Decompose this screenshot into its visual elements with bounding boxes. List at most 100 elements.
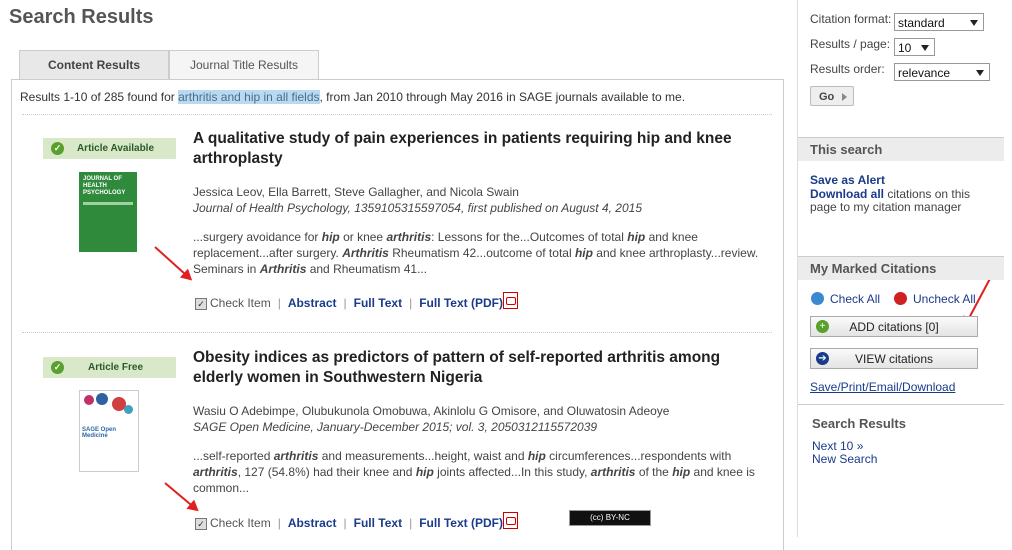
- tab-journal-title-results[interactable]: Journal Title Results: [169, 50, 319, 80]
- page-title: Search Results: [9, 6, 154, 28]
- journal-cover-thumbnail[interactable]: JOURNAL OF HEALTH PSYCHOLOGY: [79, 172, 137, 252]
- chevron-down-icon: [970, 20, 978, 26]
- snippet-keyword: hip: [627, 230, 646, 244]
- article-authors: Wasiu O Adebimpe, Olubukunola Omobuwa, A…: [193, 404, 670, 418]
- save-print-email-download-link[interactable]: Save/Print/Email/Download: [810, 380, 955, 394]
- results-order-value: relevance: [898, 66, 951, 80]
- summary-prefix: Results 1-10 of 285 found for: [20, 90, 179, 104]
- badge-label: Article Available: [76, 143, 155, 154]
- marked-citations-heading: My Marked Citations: [798, 256, 1004, 280]
- snippet-text: ...surgery avoidance for: [193, 230, 322, 244]
- view-citations-button[interactable]: ➔ VIEW citations: [810, 348, 978, 369]
- pdf-icon[interactable]: [502, 292, 518, 309]
- creative-commons-license-badge[interactable]: (cc) BY-NC: [569, 510, 651, 526]
- add-citations-label: ADD citations [0]: [849, 320, 939, 334]
- cover-text: SAGE Open Medicine: [82, 427, 117, 439]
- cover-text: JOURNAL OF HEALTH PSYCHOLOGY: [83, 176, 126, 196]
- snippet-keyword: hip: [672, 465, 691, 479]
- divider: [798, 404, 1004, 405]
- download-citations-text: Download all citations on this page to m…: [810, 188, 985, 214]
- article-actions: ✓ Check Item | Abstract | Full Text | Full Text…: [195, 292, 518, 310]
- snippet-text: circumferences...respondents with: [545, 449, 732, 463]
- save-as-alert-link[interactable]: Save as Alert: [810, 173, 885, 187]
- snippet-keyword: Arthritis: [259, 262, 307, 276]
- check-all-icon: [811, 292, 824, 305]
- snippet-keyword: arthritis: [386, 230, 432, 244]
- snippet-text: : Lessons for the...Outcomes of total: [431, 230, 628, 244]
- citation-format-label: Citation format:: [810, 12, 892, 26]
- check-item-label: Check Item: [210, 296, 271, 310]
- snippet-text: and Rheumatism 41...: [306, 262, 428, 276]
- results-summary: Results 1-10 of 285 found for arthritis …: [20, 90, 685, 104]
- snippet-text: joints affected...In this study,: [433, 465, 591, 479]
- tab-content-results[interactable]: Content Results: [19, 50, 169, 80]
- article-title[interactable]: A qualitative study of pain experiences …: [193, 129, 773, 169]
- article-authors: Jessica Leov, Ella Barrett, Steve Gallag…: [193, 185, 519, 199]
- article-journal: Journal of Health Psychology, 1359105315…: [193, 201, 642, 215]
- snippet-text: , 127 (54.8%) had their knee and: [237, 465, 416, 479]
- plus-icon: +: [816, 320, 829, 333]
- snippet-text: Rheumatism 42...outcome of total: [388, 246, 575, 260]
- download-all-link[interactable]: Download all: [810, 187, 884, 201]
- article-snippet: ...surgery avoidance for hip or knee art…: [193, 229, 768, 277]
- full-text-pdf-link[interactable]: Full Text (PDF): [419, 296, 503, 310]
- results-order-label: Results order:: [810, 62, 885, 76]
- snippet-keyword: Arthritis: [342, 246, 389, 260]
- snippet-keyword: hip: [415, 465, 434, 479]
- query-highlight: arthritis and hip in all fields: [178, 90, 320, 104]
- results-per-page-select[interactable]: 10: [894, 38, 935, 56]
- snippet-keyword: arthritis: [193, 465, 238, 479]
- go-label: Go: [819, 91, 835, 103]
- article-actions: ✓ Check Item | Abstract | Full Text | Full Text…: [195, 512, 518, 530]
- results-per-page-label: Results / page:: [810, 37, 891, 51]
- article-title[interactable]: Obesity indices as predictors of pattern…: [193, 348, 773, 388]
- add-citations-button[interactable]: + ADD citations [0]: [810, 316, 978, 337]
- snippet-text: ...self-reported: [193, 449, 274, 463]
- divider: [22, 114, 772, 115]
- snippet-keyword: arthritis: [590, 465, 636, 479]
- snippet-text: of the: [635, 465, 673, 479]
- search-results-heading: Search Results: [812, 416, 906, 431]
- summary-suffix: , from Jan 2010 through May 2016 in SAGE…: [319, 90, 686, 104]
- results-panel: Results 1-10 of 285 found for arthritis …: [11, 79, 784, 550]
- abstract-link[interactable]: Abstract: [288, 516, 337, 530]
- article-available-badge: ✓ Article Available: [43, 138, 176, 159]
- results-per-page-value: 10: [898, 41, 912, 55]
- check-item-checkbox[interactable]: ✓: [195, 297, 207, 310]
- play-icon: [842, 93, 847, 101]
- uncheck-all-link[interactable]: Uncheck All: [913, 292, 976, 306]
- abstract-link[interactable]: Abstract: [288, 296, 337, 310]
- chevron-down-icon: [921, 45, 929, 51]
- article-journal: SAGE Open Medicine, January-December 201…: [193, 420, 598, 434]
- new-search-link[interactable]: New Search: [812, 452, 877, 466]
- full-text-link[interactable]: Full Text: [354, 296, 402, 310]
- results-order-select[interactable]: relevance: [894, 63, 990, 81]
- badge-label: Article Free: [87, 362, 144, 373]
- divider: [22, 332, 772, 333]
- check-item-checkbox[interactable]: ✓: [195, 517, 207, 530]
- next-10-link[interactable]: Next 10 »: [812, 439, 863, 453]
- full-text-link[interactable]: Full Text: [354, 516, 402, 530]
- journal-cover-thumbnail[interactable]: SAGE Open Medicine: [79, 390, 139, 472]
- uncheck-all-icon: [894, 292, 907, 305]
- arrow-right-icon: ➔: [816, 352, 829, 365]
- this-search-heading: This search: [798, 137, 1004, 161]
- citation-format-select[interactable]: standard: [894, 13, 984, 31]
- snippet-text: or knee: [339, 230, 387, 244]
- go-button[interactable]: Go: [810, 86, 854, 106]
- snippet-keyword: hip: [321, 230, 340, 244]
- snippet-keyword: hip: [574, 246, 593, 260]
- snippet-keyword: hip: [527, 449, 546, 463]
- license-label: BY-NC: [605, 513, 630, 522]
- view-citations-label: VIEW citations: [854, 352, 934, 366]
- article-snippet: ...self-reported arthritis and measureme…: [193, 448, 768, 496]
- check-item-label: Check Item: [210, 516, 271, 530]
- chevron-down-icon: [976, 70, 984, 76]
- pdf-icon[interactable]: [502, 512, 518, 529]
- full-text-pdf-link[interactable]: Full Text (PDF): [419, 516, 503, 530]
- citation-format-value: standard: [898, 16, 945, 30]
- article-free-badge: ✓ Article Free: [43, 357, 176, 378]
- snippet-keyword: arthritis: [273, 449, 319, 463]
- check-all-link[interactable]: Check All: [830, 292, 880, 306]
- right-sidebar: Citation format: standard Results / page…: [797, 0, 1012, 537]
